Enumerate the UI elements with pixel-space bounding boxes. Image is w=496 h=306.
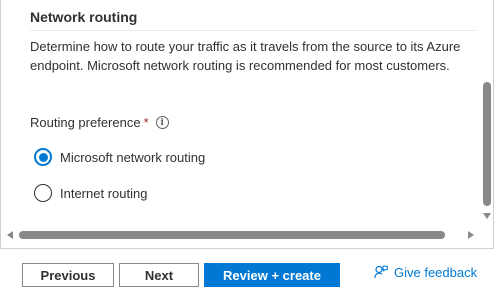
previous-button[interactable]: Previous [22, 263, 114, 287]
scroll-left-arrow-icon[interactable] [7, 231, 13, 239]
scroll-right-arrow-icon[interactable] [468, 231, 474, 239]
vertical-scrollbar-thumb[interactable] [483, 82, 491, 206]
section-description: Determine how to route your traffic as i… [30, 39, 461, 73]
radio-microsoft-network-routing[interactable]: Microsoft network routing [34, 148, 205, 166]
feedback-person-icon [374, 265, 388, 279]
section-divider [30, 30, 477, 31]
give-feedback-link[interactable]: Give feedback [374, 263, 477, 281]
horizontal-scrollbar[interactable] [0, 228, 480, 242]
required-marker: * [143, 115, 149, 130]
radio-label: Microsoft network routing [60, 149, 206, 165]
next-button[interactable]: Next [119, 263, 199, 287]
review-create-button[interactable]: Review + create [204, 263, 340, 287]
radio-button-selected[interactable] [34, 148, 52, 166]
section-title: Network routing [30, 9, 138, 25]
radio-button-unselected[interactable] [34, 184, 52, 202]
create-resource-panel: Network routing Determine how to route y… [0, 0, 496, 306]
horizontal-scrollbar-thumb[interactable] [19, 231, 445, 239]
give-feedback-label: Give feedback [394, 264, 478, 280]
radio-dot [38, 152, 48, 162]
vertical-scrollbar[interactable] [480, 0, 494, 228]
routing-preference-label-text: Routing preference [30, 115, 141, 130]
routing-preference-label: Routing preference * i [30, 115, 169, 130]
info-icon[interactable]: i [155, 116, 169, 129]
scroll-down-arrow-icon[interactable] [483, 213, 491, 219]
radio-label: Internet routing [60, 185, 148, 201]
radio-internet-routing[interactable]: Internet routing [34, 184, 147, 202]
